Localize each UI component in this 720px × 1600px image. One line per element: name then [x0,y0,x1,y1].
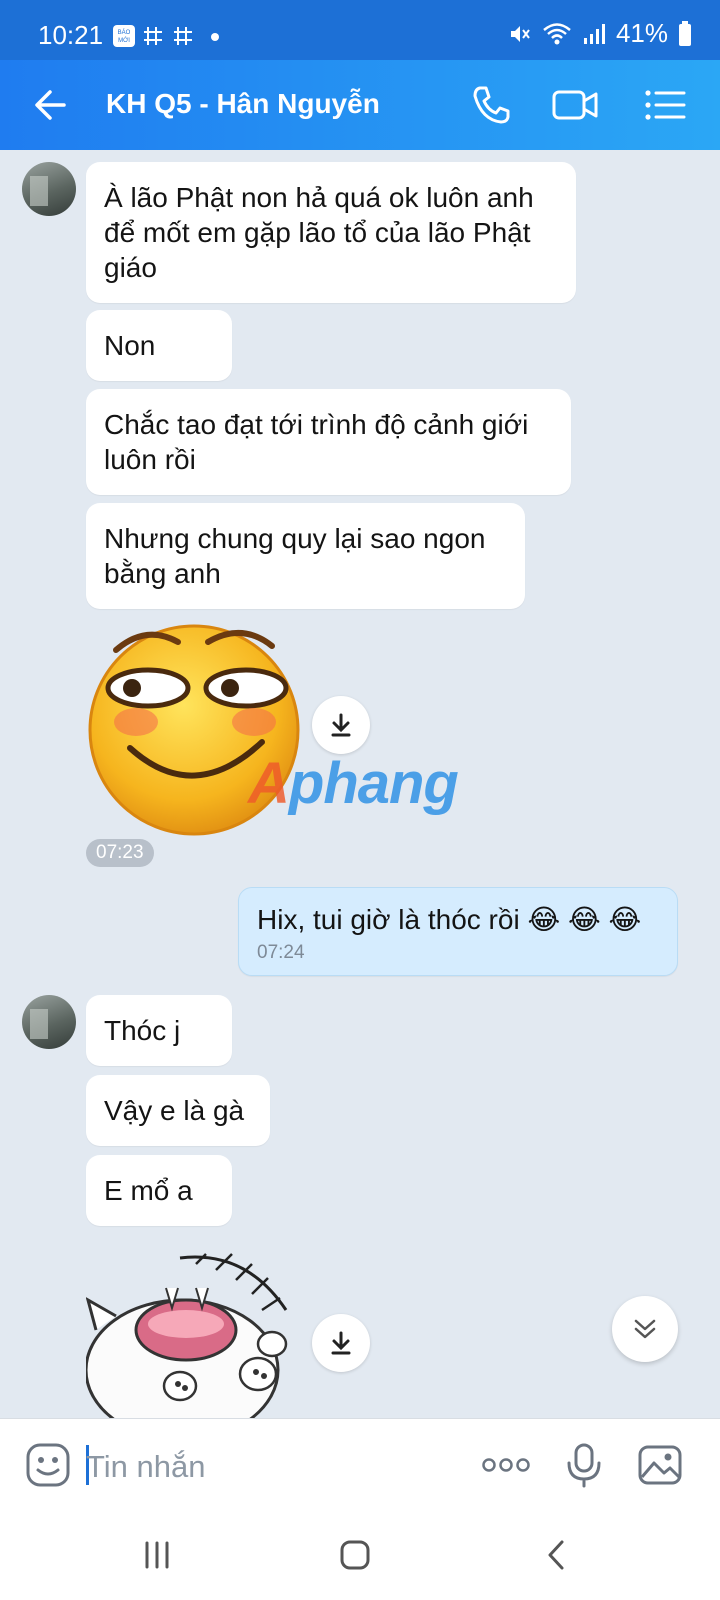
download-button[interactable] [312,696,370,754]
menu-list-icon[interactable] [640,80,690,130]
message-text: E mổ a [104,1175,193,1206]
microphone-icon[interactable] [560,1441,608,1489]
message-bubble[interactable]: Chắc tao đạt tới trình độ cảnh giới luôn… [86,389,571,495]
dot-notification-icon [211,33,219,41]
emoji-icon[interactable] [24,1441,72,1489]
image-icon[interactable] [636,1441,684,1489]
message-bubble[interactable]: Nhưng chung quy lại sao ngon bằng anh [86,503,525,609]
double-chevron-down-icon [634,1319,656,1339]
message-text: À lão Phật non hả quá ok luôn anh để mốt… [104,182,534,283]
baomoi-notification-icon: BÁO MỚI [113,25,135,47]
scroll-to-bottom-button[interactable] [612,1296,678,1362]
svg-text:MỚI: MỚI [118,37,130,44]
message-bubble[interactable]: À lão Phật non hả quá ok luôn anh để mốt… [86,162,576,303]
grid-notification-icon-2 [174,27,192,45]
message-text: Non [104,330,156,361]
message-input-bar: Tin nhắn [0,1418,720,1510]
download-button[interactable] [312,1314,370,1372]
message-text: Chắc tao đạt tới trình độ cảnh giới luôn… [104,409,529,475]
battery-percent: 41% [615,18,668,48]
my-message-bubble[interactable]: Hix, tui giờ là thóc rồi 😂 😂 😂 07:24 [238,887,678,976]
contact-avatar[interactable] [22,995,76,1049]
grid-notification-icon [144,27,162,45]
recents-icon[interactable] [140,1538,174,1572]
chat-messages[interactable]: À lão Phật non hả quá ok luôn anh để mốt… [0,150,720,1418]
home-icon[interactable] [338,1538,372,1572]
message-bubble[interactable]: Non [86,310,232,381]
message-text: Thóc j [104,1015,181,1046]
chat-title[interactable]: KH Q5 - Hân Nguyễn [106,88,380,120]
download-icon [331,1331,351,1355]
video-call-icon[interactable] [550,80,600,130]
back-icon[interactable] [540,1538,574,1572]
mute-icon [510,25,530,42]
contact-avatar[interactable] [22,162,76,216]
status-time: 10:21 [38,20,104,50]
signal-icon [583,23,605,44]
download-icon [331,713,351,737]
svg-text:BÁO: BÁO [118,29,131,36]
watermark: Aphang [248,750,459,817]
cat-sticker[interactable] [86,1250,296,1418]
phone-icon[interactable] [466,80,516,130]
message-text: Nhưng chung quy lại sao ngon bằng anh [104,523,486,589]
message-bubble[interactable]: E mổ a [86,1155,232,1226]
battery-icon [679,20,691,46]
back-arrow-icon[interactable] [28,82,74,128]
message-timestamp: 07:24 [257,942,305,963]
sticker-timestamp: 07:23 [86,839,154,867]
status-bar: 10:21 BÁO MỚI 41% [0,0,720,60]
watermark-prefix: A [248,751,290,816]
system-nav-bar [0,1510,720,1600]
message-bubble[interactable]: Vậy e là gà [86,1075,270,1146]
message-text: Vậy e là gà [104,1095,245,1126]
wifi-icon [543,22,571,44]
chat-header: KH Q5 - Hân Nguyễn [0,60,720,150]
more-dots-icon[interactable] [480,1441,532,1489]
watermark-text: phang [288,751,459,816]
message-text: Hix, tui giờ là thóc rồi 😂 😂 😂 [257,904,642,935]
message-input[interactable]: Tin nhắn [86,1449,206,1485]
message-bubble[interactable]: Thóc j [86,995,232,1066]
